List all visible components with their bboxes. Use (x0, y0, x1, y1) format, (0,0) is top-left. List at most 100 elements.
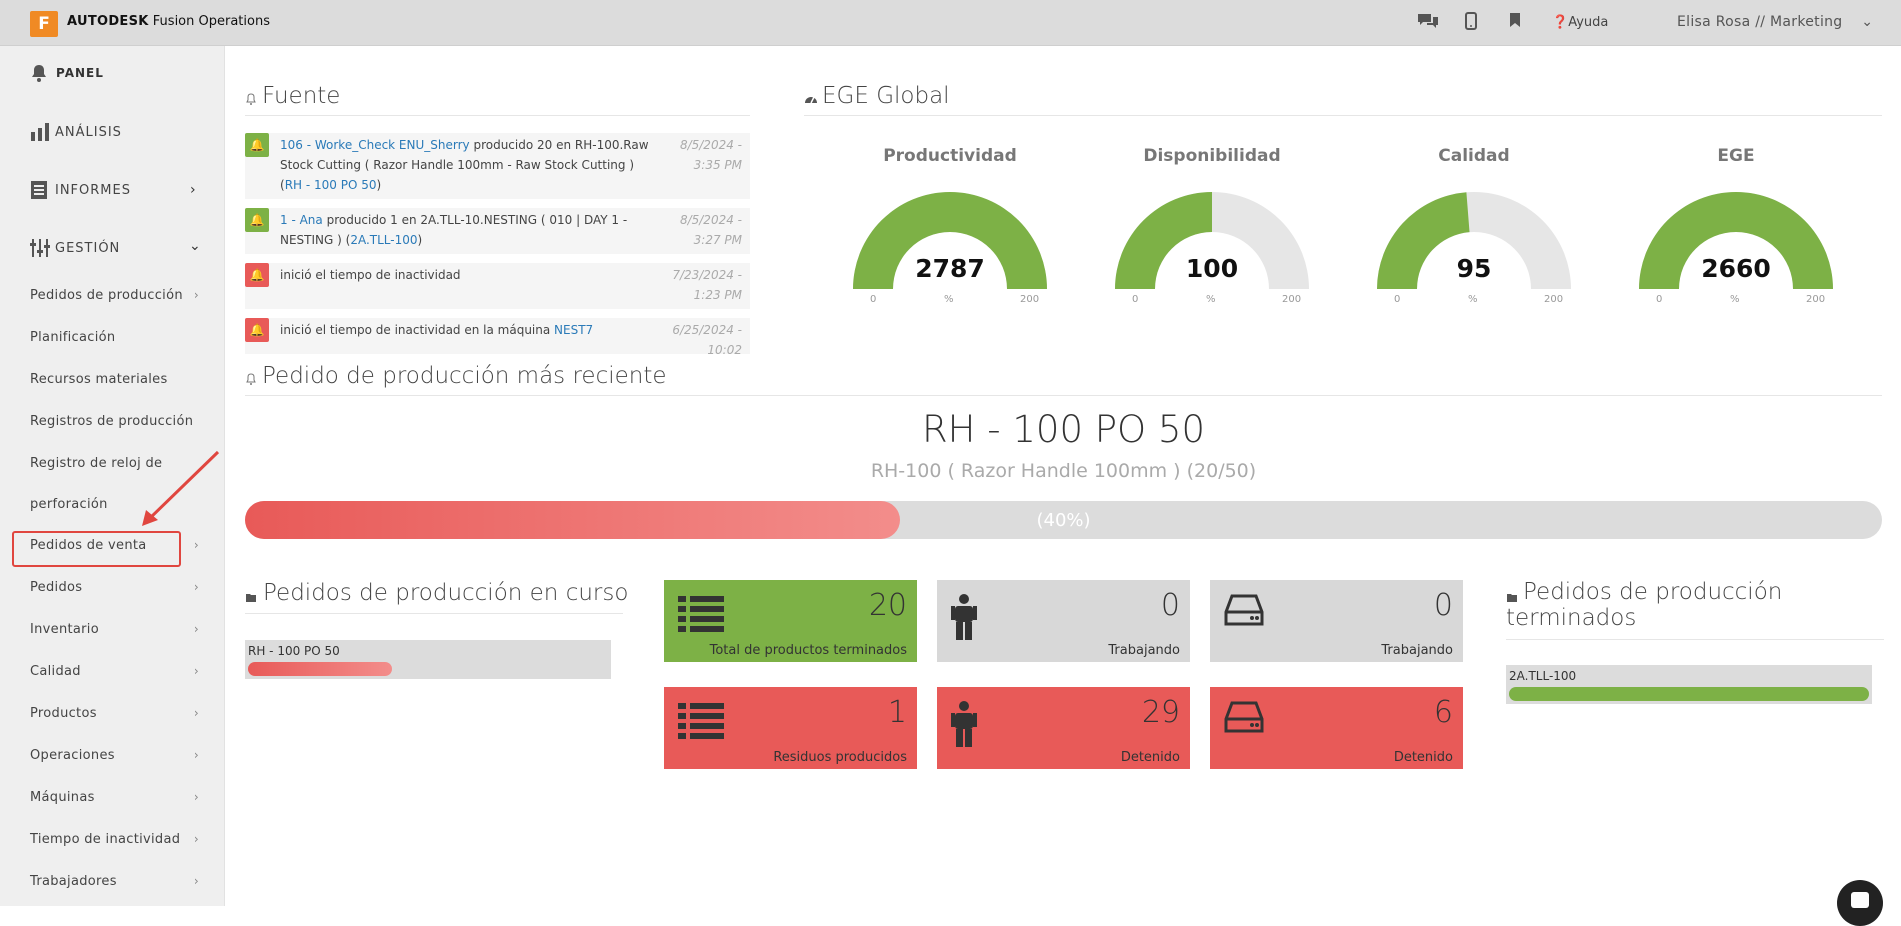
gauge-productividad: Productividad 2787 0 % 200 (850, 146, 1050, 306)
list-icon (678, 594, 724, 638)
machine-icon (1224, 701, 1264, 737)
sidebar-item-informes[interactable]: INFORMES › (0, 180, 225, 210)
gauge-calidad: Calidad 95 0 % 200 (1374, 146, 1574, 306)
stat-label: Total de productos terminados (709, 643, 907, 658)
chevron-right-icon: › (193, 538, 199, 552)
progress-label: (40%) (1036, 510, 1091, 531)
gauge-unit: % (1206, 294, 1216, 305)
folder-icon (245, 588, 257, 607)
gauge-min: 0 (870, 294, 877, 305)
stat-value: 6 (1433, 695, 1453, 730)
machine-link[interactable]: NEST7 (554, 323, 593, 337)
sidebar-item-gestion[interactable]: GESTIÓN ⌄ (0, 238, 225, 268)
recent-order-subtitle: RH-100 ( Razor Handle 100mm ) (20/50) (870, 460, 1257, 482)
help-link[interactable]: ❓Ayuda (1552, 15, 1608, 30)
recent-order-progress: (40%) (245, 501, 1882, 539)
sliders-icon (30, 238, 50, 262)
stat-tile[interactable]: 1 Residuos producidos (664, 687, 917, 769)
feed-title: Fuente (262, 83, 341, 109)
chevron-down-icon: ⌄ (1861, 14, 1874, 30)
gauge-unit: % (944, 294, 954, 305)
stat-label: Residuos producidos (773, 750, 907, 765)
bell-icon: 🔔 (245, 318, 269, 342)
chevron-right-icon: › (190, 182, 197, 198)
chevron-right-icon: › (193, 664, 199, 678)
bell-icon (30, 64, 48, 86)
stat-value: 0 (1160, 588, 1180, 623)
recent-order-title: Pedido de producción más reciente (262, 363, 667, 389)
chevron-right-icon: › (193, 874, 199, 888)
stat-tile[interactable]: 0 Trabajando (1210, 580, 1463, 662)
divider (245, 115, 750, 116)
feed-date: 8/5/2024 - 3:27 PM (679, 213, 742, 247)
stat-tile[interactable]: 0 Trabajando (937, 580, 1190, 662)
list-icon (678, 701, 724, 745)
gauge-ege: EGE 2660 0 % 200 (1636, 146, 1836, 306)
gauge-max: 200 (1544, 294, 1564, 305)
sidebar-item-analisis[interactable]: ANÁLISIS (0, 122, 225, 152)
bell-icon: 🔔 (245, 133, 269, 157)
divider (804, 115, 1882, 116)
gauge-disponibilidad: Disponibilidad 100 0 % 200 (1112, 146, 1312, 306)
gauge-max: 200 (1282, 294, 1302, 305)
order-progress (1509, 687, 1869, 701)
stat-value: 20 (868, 588, 907, 623)
stat-tile[interactable]: 6 Detenido (1210, 687, 1463, 769)
worker-link[interactable]: 106 - Worke_Check ENU_Sherry (280, 138, 470, 152)
chevron-right-icon: › (193, 832, 199, 846)
bookmark-icon[interactable] (1509, 12, 1521, 32)
feed-item: 🔔 inició el tiempo de inactividad en la … (245, 318, 750, 354)
worker-icon (951, 701, 977, 751)
finished-order[interactable]: 2A.TLL-100 (1506, 665, 1872, 704)
feed-date: 6/25/2024 - 10:02 (672, 323, 742, 354)
chevron-right-icon: › (193, 790, 199, 804)
gauge-unit: % (1730, 294, 1740, 305)
chevron-right-icon: › (193, 622, 199, 636)
gauge-min: 0 (1394, 294, 1401, 305)
recent-order-number[interactable]: RH - 100 PO 50 (245, 408, 1882, 451)
feed-date: 8/5/2024 - 3:35 PM (679, 138, 742, 172)
divider (1506, 639, 1884, 640)
stat-tile[interactable]: 29 Detenido (937, 687, 1190, 769)
machine-icon (1224, 594, 1264, 630)
feed-bell-icon (245, 90, 257, 109)
oee-title: EGE Global (822, 83, 950, 109)
highlight-box (12, 531, 181, 567)
brand-name: AUTODESK Fusion Operations (67, 14, 270, 29)
fusion-logo[interactable]: F (30, 11, 58, 37)
feed-item: 🔔 106 - Worke_Check ENU_Sherry producido… (245, 133, 750, 199)
stat-label: Detenido (1120, 750, 1180, 765)
gauge-value: 2787 (915, 254, 985, 283)
stat-label: Trabajando (1381, 643, 1453, 658)
gauge-unit: % (1468, 294, 1478, 305)
gauge-min: 0 (1656, 294, 1663, 305)
feed-item: 🔔 inició el tiempo de inactividad 7/23/2… (245, 263, 750, 309)
chat-icon[interactable] (1416, 12, 1440, 34)
bell-icon: 🔔 (245, 263, 269, 287)
gauge-value: 95 (1456, 254, 1492, 283)
order-link[interactable]: RH - 100 PO 50 (285, 178, 377, 192)
bell-icon: 🔔 (245, 208, 269, 232)
user-menu[interactable]: Elisa Rosa // Marketing ⌄ (1677, 14, 1873, 30)
stat-value: 0 (1433, 588, 1453, 623)
stat-tile[interactable]: 20 Total de productos terminados (664, 580, 917, 662)
mobile-icon[interactable] (1465, 12, 1477, 34)
order-link[interactable]: 2A.TLL-100 (350, 233, 417, 247)
divider (245, 395, 1882, 396)
chevron-down-icon: ⌄ (189, 238, 202, 254)
worker-link[interactable]: 1 - Ana (280, 213, 323, 227)
stat-label: Detenido (1393, 750, 1453, 765)
order-progress (248, 662, 608, 676)
finished-title: Pedidos de producción (1523, 579, 1783, 605)
bar-chart-icon (30, 122, 50, 146)
inprogress-title: Pedidos de producción en curso (263, 580, 629, 606)
support-chat-button[interactable] (1837, 880, 1883, 926)
help-icon: ❓ (1552, 15, 1569, 30)
inprogress-order[interactable]: RH - 100 PO 50 (245, 640, 611, 679)
feed-date: 7/23/2024 - 1:23 PM (672, 268, 742, 302)
top-bar: F AUTODESK Fusion Operations ❓Ayuda Elis… (0, 0, 1901, 46)
finished-title-line2: terminados (1506, 605, 1637, 631)
chevron-right-icon: › (193, 748, 199, 762)
gauge-max: 200 (1806, 294, 1826, 305)
sidebar-item-panel[interactable]: PANEL (0, 64, 225, 94)
